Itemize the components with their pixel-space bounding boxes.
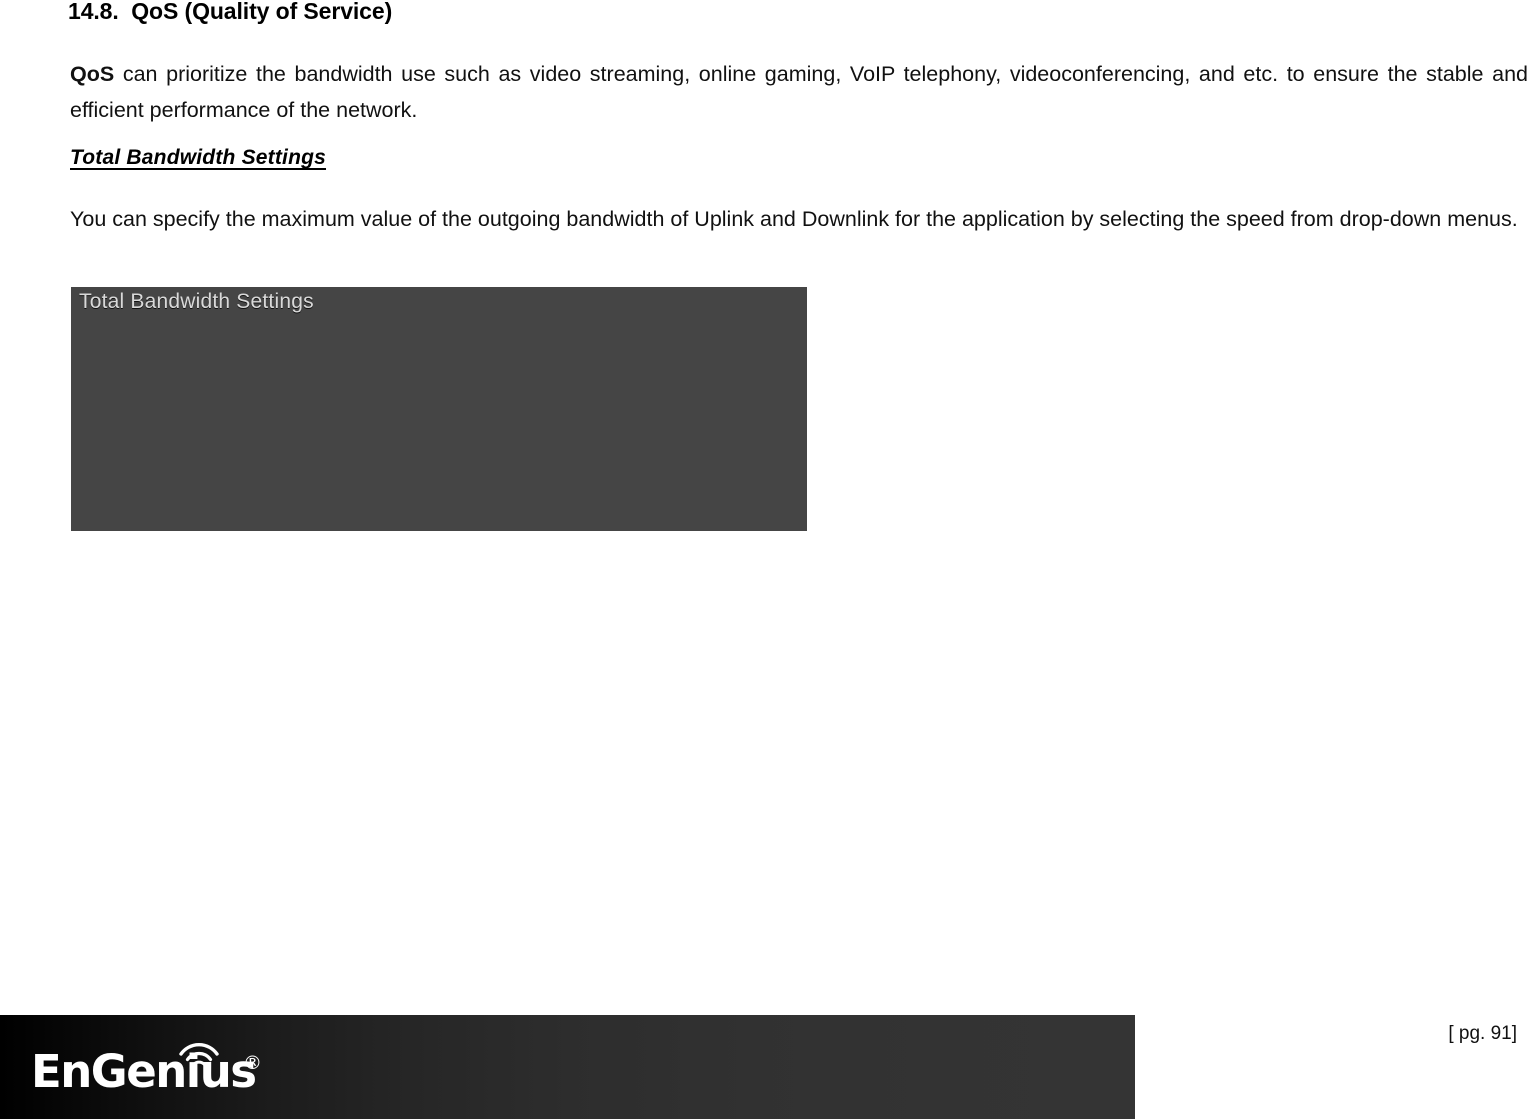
- page-number: [ pg. 91]: [1448, 1023, 1517, 1044]
- page-title: 14.8. QoS (Quality of Service): [68, 0, 393, 24]
- registered-trademark-icon: ®: [243, 1052, 262, 1074]
- subsection-heading: Total Bandwidth Settings: [70, 146, 327, 169]
- engenius-logo: EnGenius ®: [31, 1043, 281, 1104]
- wifi-icon: [179, 1043, 219, 1066]
- panel-title: Total Bandwidth Settings: [79, 290, 314, 313]
- total-bandwidth-settings-panel: Total Bandwidth Settings Uplink Full Dow…: [71, 287, 807, 531]
- intro-bold-term: QoS: [70, 62, 115, 86]
- intro-paragraph-text: can prioritize the bandwidth use such as…: [70, 62, 1528, 122]
- body-paragraph: You can specify the maximum value of the…: [70, 207, 1518, 231]
- logo-wordmark: EnGenius: [31, 1045, 257, 1098]
- document-page: 14.8. QoS (Quality of Service) QoS can p…: [0, 0, 1530, 1119]
- intro-paragraph: QoS can prioritize the bandwidth use suc…: [70, 56, 1528, 128]
